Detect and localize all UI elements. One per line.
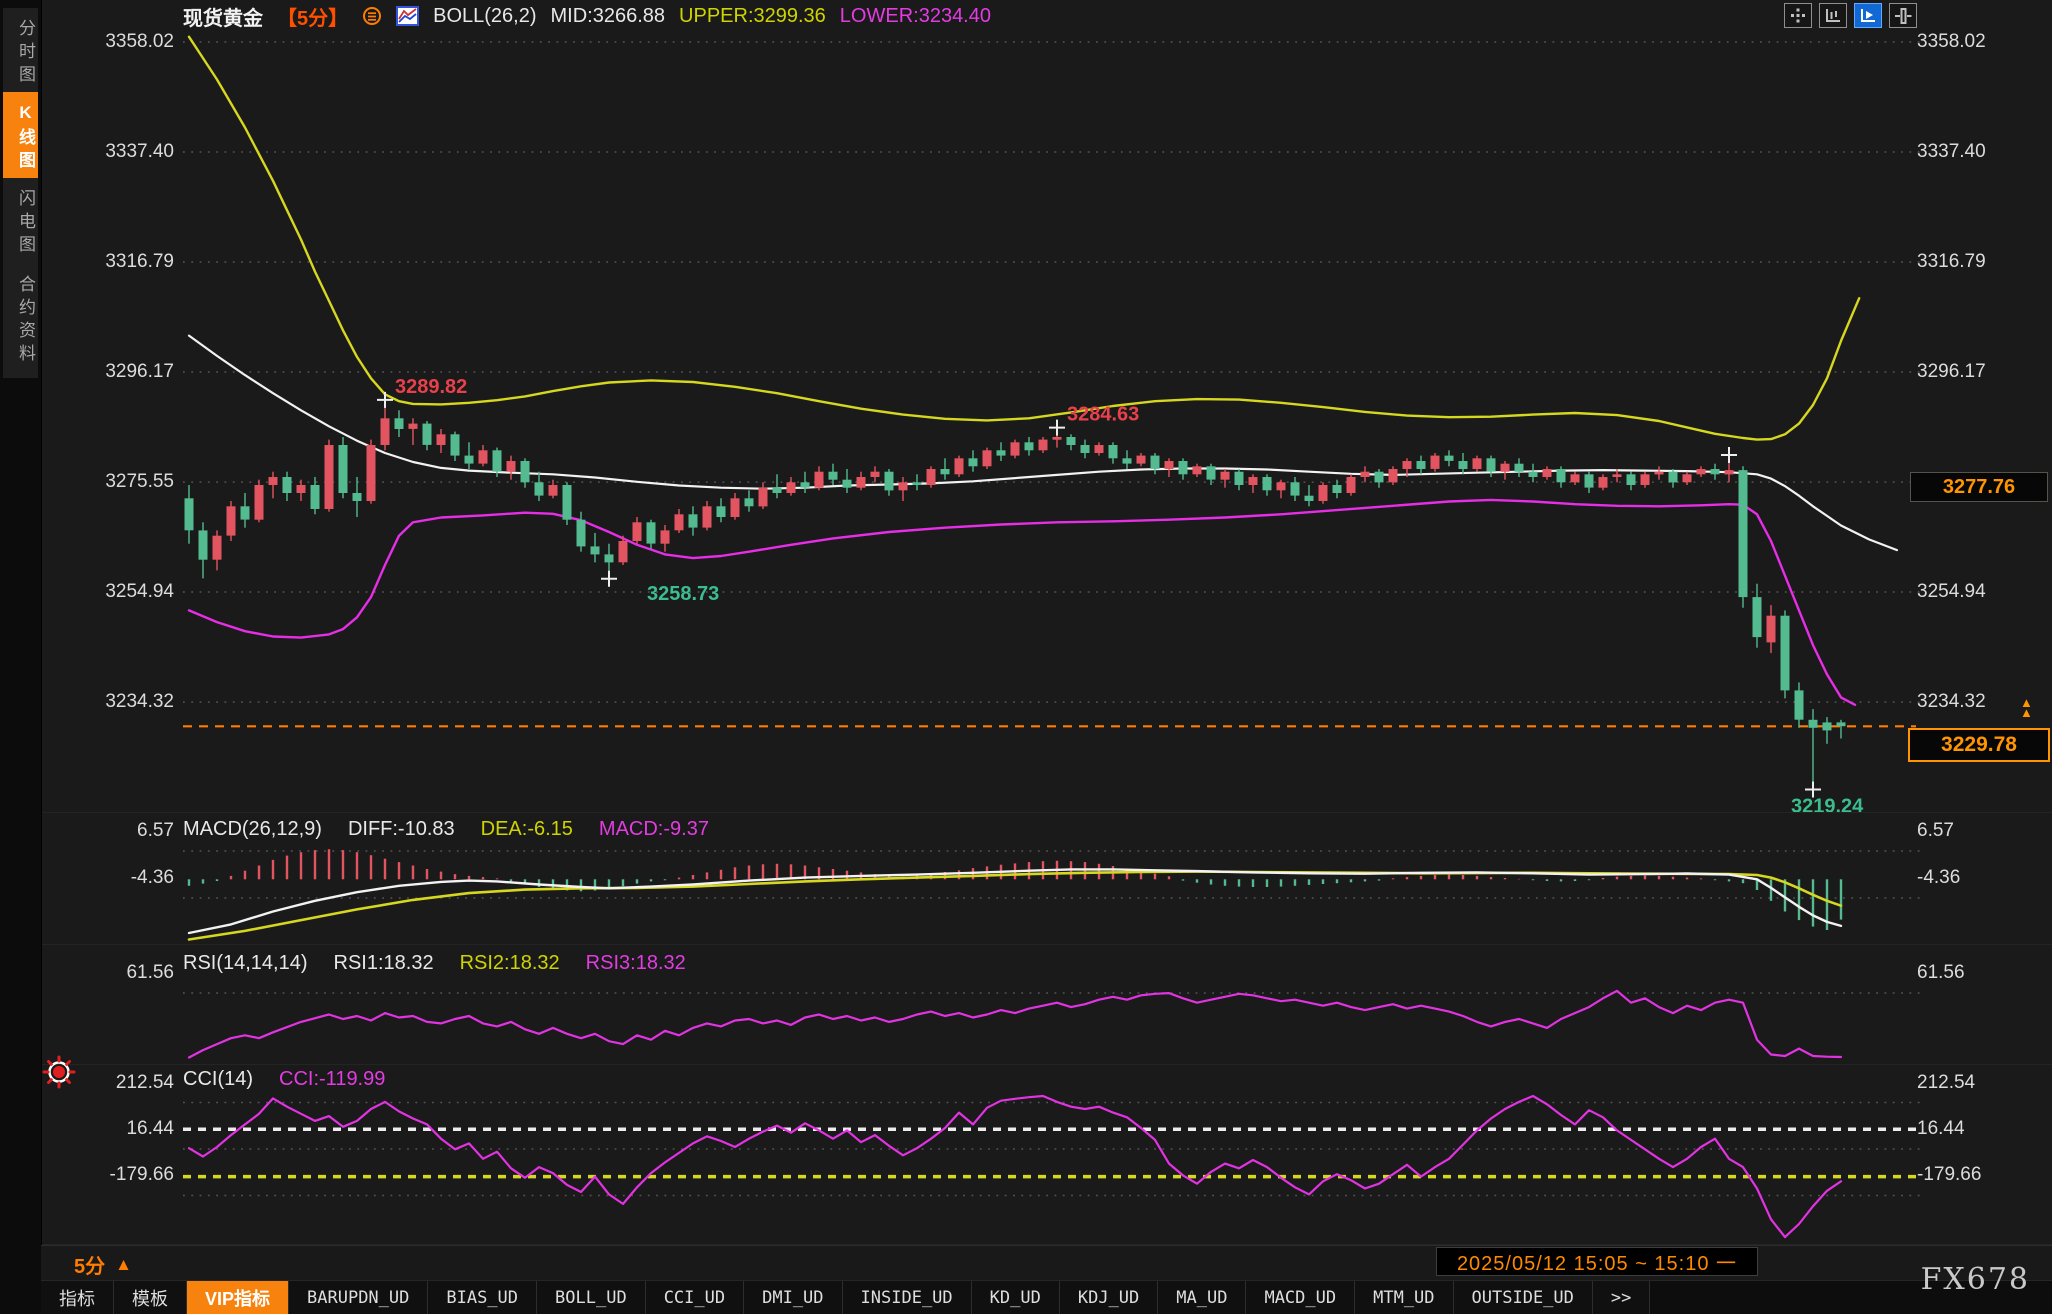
macd-dea-value: DEA:-6.15 (481, 818, 573, 841)
cci-legend: CCI(14) CCI:-119.99 (183, 1068, 385, 1091)
price-tag-reference: 3277.76 (1910, 472, 2048, 502)
macd-name: MACD(26,12,9) (183, 818, 322, 841)
svg-text:3219.24: 3219.24 (1791, 796, 1864, 818)
bottom-tab-MA_UD[interactable]: MA_UD (1158, 1281, 1246, 1314)
chart-type-icon[interactable] (396, 6, 419, 26)
price-tag-current: 3229.78 (1908, 728, 2050, 762)
macd-legend: MACD(26,12,9) DIFF:-10.83 DEA:-6.15 MACD… (183, 818, 709, 841)
bottom-tab-OUTSIDE_UD[interactable]: OUTSIDE_UD (1454, 1281, 1593, 1314)
rsi-name: RSI(14,14,14) (183, 952, 308, 975)
price-tick: 61.56 (1917, 963, 2043, 983)
main-grid (183, 42, 1922, 702)
cci-value: CCI:-119.99 (279, 1068, 385, 1091)
price-tick: 16.44 (1917, 1119, 2043, 1139)
price-tick: 3275.55 (52, 472, 174, 492)
price-tick: 3316.79 (52, 252, 174, 272)
bottom-tab-CCI_UD[interactable]: CCI_UD (646, 1281, 744, 1314)
price-tick: -179.66 (52, 1165, 174, 1185)
rsi3-value: RSI3:18.32 (586, 952, 686, 975)
up-triangle-icon: ▲ (115, 1255, 132, 1275)
time-range-box: 2025/05/12 15:05 ~ 15:10 一 (1436, 1247, 1758, 1276)
price-up-arrows: ▲▲ (2020, 698, 2033, 718)
rsi-panel (183, 991, 1922, 1058)
rsi-legend: RSI(14,14,14) RSI1:18.32 RSI2:18.32 RSI3… (183, 952, 686, 975)
boll-label: BOLL(26,2) (433, 5, 536, 28)
chart-canvas: 3289.82 3284.63 3258.73 3219.24 (0, 0, 2052, 1314)
rsi1-value: RSI1:18.32 (334, 952, 434, 975)
price-tick: 3337.40 (52, 142, 174, 162)
svg-text:3284.63: 3284.63 (1067, 404, 1139, 426)
sidebar-item-4[interactable]: 合约资料 (3, 264, 38, 378)
boll-lower-value: LOWER:3234.40 (840, 5, 991, 28)
period-tag[interactable]: 【5分】 (277, 2, 348, 31)
axis-play-button[interactable] (1854, 3, 1882, 28)
bottom-tab-BOLL_UD[interactable]: BOLL_UD (537, 1281, 646, 1314)
axis-scale-button[interactable] (1819, 3, 1847, 28)
panel-separator (41, 812, 2052, 813)
price-tick: -179.66 (1917, 1165, 2043, 1185)
price-tick: -4.36 (52, 868, 174, 888)
rsi2-value: RSI2:18.32 (460, 952, 560, 975)
menu-circle-icon[interactable] (362, 6, 382, 26)
boll-upper-value: UPPER:3299.36 (679, 5, 826, 28)
price-tick: 3254.94 (52, 582, 174, 602)
panel-separator (41, 944, 2052, 945)
sidebar-item-2[interactable]: K线图 (3, 92, 38, 185)
bottom-tab-KD_UD[interactable]: KD_UD (972, 1281, 1060, 1314)
cci-name: CCI(14) (183, 1068, 253, 1091)
axis-shift-button[interactable] (1889, 3, 1917, 28)
bottom-tab-VIP指标[interactable]: VIP指标 (187, 1281, 289, 1314)
price-tick: 3358.02 (52, 32, 174, 52)
macd-diff-value: DIFF:-10.83 (348, 818, 455, 841)
bottom-tab-INSIDE_UD[interactable]: INSIDE_UD (843, 1281, 972, 1314)
cci-panel (183, 1096, 1922, 1237)
bottom-tab-MACD_UD[interactable]: MACD_UD (1246, 1281, 1355, 1314)
panel-separator (41, 1064, 2052, 1065)
symbol-name: 现货黄金 (183, 2, 263, 31)
sidebar-item-1[interactable]: 分时图 (3, 8, 38, 99)
bottom-tab-DMI_UD[interactable]: DMI_UD (744, 1281, 842, 1314)
price-tick: -4.36 (1917, 868, 2043, 888)
bottom-tab-BIAS_UD[interactable]: BIAS_UD (428, 1281, 537, 1314)
price-tick: 3316.79 (1917, 252, 2043, 272)
price-tick: 212.54 (52, 1073, 174, 1093)
price-tick: 16.44 (52, 1119, 174, 1139)
price-tick: 3337.40 (1917, 142, 2043, 162)
chart-header: 现货黄金 【5分】 BOLL(26,2) MID:3266.88 UPPER:3… (183, 3, 991, 29)
footer-period-label[interactable]: 5分▲ (74, 1250, 132, 1279)
price-tick: 3358.02 (1917, 32, 2043, 52)
bollinger-bands (189, 37, 1897, 705)
bottom-tab-指标[interactable]: 指标 (41, 1281, 114, 1314)
crosshair-pan-button[interactable] (1784, 3, 1812, 28)
macd-macd-value: MACD:-9.37 (599, 818, 709, 841)
price-tick: 6.57 (1917, 821, 2043, 841)
sidebar-item-3[interactable]: 闪电图 (3, 178, 38, 269)
bottom-tab-BARUPDN_UD[interactable]: BARUPDN_UD (289, 1281, 428, 1314)
chart-toolbar (1784, 3, 1917, 28)
svg-text:3258.73: 3258.73 (647, 583, 719, 605)
boll-mid-value: MID:3266.88 (551, 5, 666, 28)
price-tick: 212.54 (1917, 1073, 2043, 1093)
price-tick: 3296.17 (52, 362, 174, 382)
macd-panel (183, 849, 1922, 939)
price-tick: 3254.94 (1917, 582, 2043, 602)
bottom-tab-MTM_UD[interactable]: MTM_UD (1355, 1281, 1453, 1314)
bottom-tab->>[interactable]: >> (1593, 1281, 1650, 1314)
price-tick: 3296.17 (1917, 362, 2043, 382)
app-root: 3289.82 3284.63 3258.73 3219.24 分时图K线图闪电图合约… (0, 0, 2052, 1314)
price-tick: 6.57 (52, 821, 174, 841)
price-annotations: 3289.82 3284.63 3258.73 3219.24 (377, 376, 1864, 818)
bottom-tab-bar: 指标模板VIP指标BARUPDN_UDBIAS_UDBOLL_UDCCI_UDD… (41, 1280, 2052, 1314)
svg-text:3289.82: 3289.82 (395, 376, 467, 398)
price-tick: 61.56 (52, 963, 174, 983)
bottom-tab-KDJ_UD[interactable]: KDJ_UD (1060, 1281, 1158, 1314)
bottom-tab-模板[interactable]: 模板 (114, 1281, 187, 1314)
watermark: FX678 (1921, 1262, 2030, 1297)
left-sidebar: 分时图K线图闪电图合约资料 (0, 0, 42, 1314)
price-tick: 3234.32 (52, 692, 174, 712)
